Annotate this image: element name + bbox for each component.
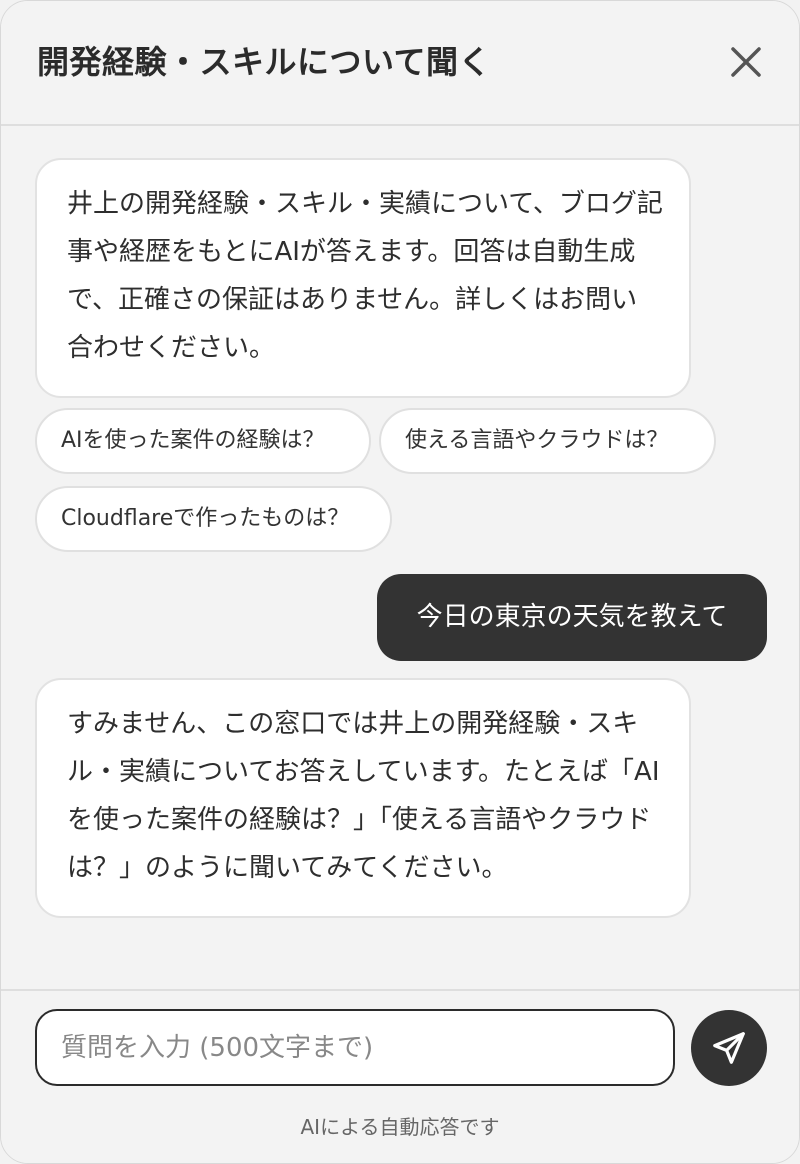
chat-header: 開発経験・スキルについて聞く	[1, 1, 799, 126]
message-list[interactable]: 井上の開発経験・スキル・実績について、ブログ記事や経歴をもとにAIが答えます。回…	[1, 126, 799, 989]
ai-disclaimer: AIによる自動応答です	[300, 1115, 500, 1139]
chat-panel: 開発経験・スキルについて聞く 井上の開発経験・スキル・実績について、ブログ記事や…	[0, 0, 800, 1164]
suggestion-chip-cloudflare[interactable]: Cloudflareで作ったものは？	[35, 486, 392, 552]
close-button[interactable]	[725, 41, 767, 83]
close-icon	[731, 47, 761, 77]
send-icon	[713, 1032, 745, 1064]
question-input[interactable]	[35, 1009, 675, 1086]
suggestion-chip-languages-cloud[interactable]: 使える言語やクラウドは？	[379, 408, 716, 474]
user-message: 今日の東京の天気を教えて	[377, 574, 767, 661]
send-button[interactable]	[691, 1010, 767, 1086]
assistant-reply-message: すみません、この窓口では井上の開発経験・スキル・実績についてお答えしています。た…	[35, 678, 691, 918]
assistant-intro-message: 井上の開発経験・スキル・実績について、ブログ記事や経歴をもとにAIが答えます。回…	[35, 158, 691, 398]
suggestion-chip-ai-experience[interactable]: AIを使った案件の経験は？	[35, 408, 371, 474]
chat-footer: AIによる自動応答です	[1, 989, 799, 1163]
chat-title: 開発経験・スキルについて聞く	[37, 43, 492, 81]
